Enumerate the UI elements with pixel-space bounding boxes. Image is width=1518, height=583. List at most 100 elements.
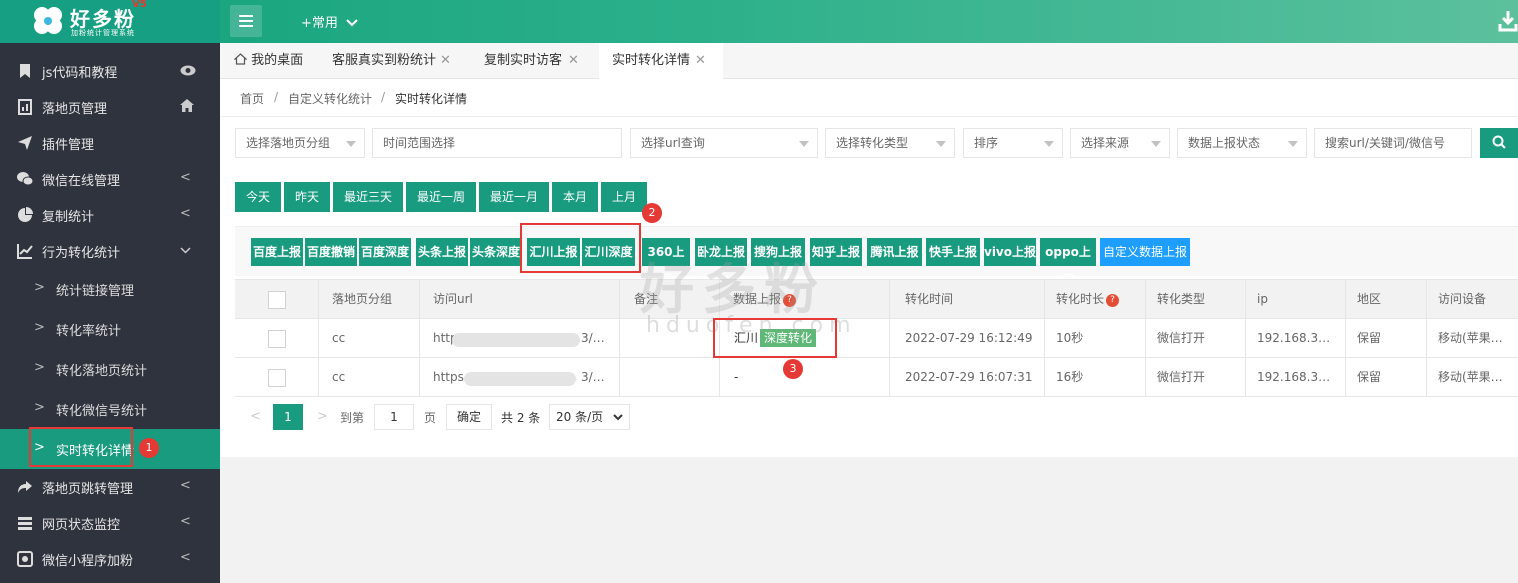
pagination: < 1 > 到第 1 页 确定 共 2 条 20 条/页 (235, 397, 1518, 442)
url-end: 3/… (581, 370, 605, 384)
time-range-input[interactable]: 时间范围选择 (372, 128, 622, 158)
report-tencent-button[interactable]: 腾讯上报 (867, 238, 922, 266)
row-select[interactable] (235, 358, 319, 397)
sidebar-item-copy-stats[interactable]: 复制统计 < (0, 197, 220, 233)
date-lastweek-button[interactable]: 最近一周 (406, 182, 476, 212)
sidebar-item-wechat-online[interactable]: 微信在线管理 < (0, 161, 220, 197)
next-page-icon[interactable]: > (317, 409, 328, 424)
sidebar-item-js-code[interactable]: js代码和教程 (0, 53, 220, 89)
report-toutiao-button[interactable]: 头条上报 (416, 238, 468, 266)
landing-group-select[interactable]: 选择落地页分组 (235, 128, 365, 158)
date-yesterday-button[interactable]: 昨天 (284, 182, 330, 212)
source-select[interactable]: 选择来源 (1070, 128, 1170, 158)
report-baidu-cancel-button[interactable]: 百度撤销 (305, 238, 357, 266)
report-kuaishou-button[interactable]: 快手上报 (926, 238, 980, 266)
chevron-down-icon (180, 247, 191, 254)
goto-confirm-button[interactable]: 确定 (446, 404, 492, 430)
sort-select[interactable]: 排序 (963, 128, 1063, 158)
annotation-badge-3: 3 (783, 359, 803, 379)
header-cell: 访问设备 (1438, 292, 1487, 306)
eye-icon (180, 65, 196, 76)
tab-desktop[interactable]: 我的桌面 (220, 43, 315, 79)
menu-toggle-button[interactable] (230, 5, 262, 37)
search-input[interactable]: 搜索url/关键词/微信号 (1314, 128, 1472, 158)
report-baidu-button[interactable]: 百度上报 (251, 238, 303, 266)
header-cell: 地区 (1346, 280, 1427, 319)
header-select-all[interactable] (235, 280, 319, 319)
sidebar-item-label: 微信小程序加粉 (42, 554, 134, 569)
tab-label: 我的桌面 (251, 53, 304, 68)
annotation-badge-1: 1 (139, 438, 159, 458)
miniprogram-icon (17, 551, 33, 567)
sidebar-item-landing-redirect[interactable]: 落地页跳转管理 < (0, 469, 220, 505)
download-icon[interactable] (1498, 10, 1518, 32)
goto-page-input[interactable]: 1 (374, 404, 414, 430)
sidebar-subitem-landing-conversion[interactable]: > 转化落地页统计 (0, 349, 220, 389)
cell-time: 2022-07-29 16:07:31 (890, 358, 1045, 397)
close-icon[interactable]: ✕ (695, 43, 706, 79)
url-query-select[interactable]: 选择url查询 (630, 128, 818, 158)
cell-url[interactable]: https 3/… (420, 358, 620, 397)
tab-label: 客服真实到粉统计 (332, 53, 437, 68)
sidebar-item-landing-pages[interactable]: 落地页管理 (0, 89, 220, 125)
logo[interactable]: 好多粉 V5 加粉统计管理系统 (0, 0, 220, 43)
page-current[interactable]: 1 (273, 404, 303, 430)
goto-label: 到第 (340, 411, 365, 425)
send-icon (18, 136, 32, 150)
sidebar-item-label: 落地页管理 (42, 102, 108, 117)
table-row[interactable]: cc https 3/… - 2022-07-29 16:07:31 16秒 微… (235, 358, 1518, 397)
common-menu[interactable]: +常用 (301, 12, 358, 31)
tab-customer-stats[interactable]: 客服真实到粉统计 ✕ (320, 43, 460, 79)
date-last3days-button[interactable]: 最近三天 (333, 182, 403, 212)
checkbox[interactable] (268, 330, 286, 348)
select-value: 排序 (974, 136, 999, 150)
date-today-button[interactable]: 今天 (235, 182, 281, 212)
checkbox[interactable] (268, 369, 286, 387)
report-status-select[interactable]: 数据上报状态 (1177, 128, 1307, 158)
header-cell: 访问url (420, 280, 620, 319)
common-menu-label: +常用 (301, 16, 338, 31)
report-toutiao-deep-button[interactable]: 头条深度 (470, 238, 522, 266)
tab-copy-visitors[interactable]: 复制实时访客 ✕ (472, 43, 592, 79)
breadcrumb-home[interactable]: 首页 (240, 90, 264, 107)
sidebar-item-page-monitor[interactable]: 网页状态监控 < (0, 505, 220, 541)
breadcrumb-custom-stats[interactable]: 自定义转化统计 (288, 90, 372, 107)
close-icon[interactable]: ✕ (440, 43, 451, 79)
report-baidu-deep-button[interactable]: 百度深度 (359, 238, 411, 266)
report-custom-button[interactable]: 自定义数据上报 (1100, 238, 1190, 266)
prev-page-icon[interactable]: < (250, 409, 261, 424)
checkbox[interactable] (268, 291, 286, 309)
help-icon[interactable]: ? (1106, 294, 1120, 307)
sidebar-item-behavior-conversion[interactable]: 行为转化统计 (0, 233, 220, 269)
breadcrumb-separator: / (381, 90, 386, 104)
cell-url[interactable]: http 3/… (420, 319, 620, 358)
date-thismonth-button[interactable]: 本月 (552, 182, 598, 212)
table-header: 落地页分组 访问url 备注 数据上报? 转化时间 转化时长? 转化类型 ip … (235, 280, 1518, 319)
report-vivo-button[interactable]: vivo上报 (984, 238, 1036, 266)
close-icon[interactable]: ✕ (568, 43, 579, 79)
annotation-badge-2: 2 (642, 203, 662, 223)
search-button[interactable] (1480, 128, 1518, 158)
breadcrumb-separator: / (274, 90, 279, 104)
report-oppo-button[interactable]: oppo上报 (1040, 238, 1096, 287)
sidebar-subitem-wechat-conversion[interactable]: > 转化微信号统计 (0, 389, 220, 429)
logo-version: V5 (132, 0, 147, 10)
date-prevmonth-button[interactable]: 上月 (601, 182, 647, 212)
conversion-type-select[interactable]: 选择转化类型 (825, 128, 955, 158)
sidebar-item-plugins[interactable]: 插件管理 (0, 125, 220, 161)
cell-ip: 192.168.3… (1246, 319, 1346, 358)
sidebar-subitem-link-management[interactable]: > 统计链接管理 (0, 269, 220, 309)
header-cell: 落地页分组 (319, 280, 420, 319)
table-row[interactable]: cc http 3/… 汇川 深度转化 2022-07-29 16:12:49 1… (235, 319, 1518, 358)
date-lastmonth-button[interactable]: 最近一月 (479, 182, 549, 212)
breadcrumb-current: 实时转化详情 (395, 92, 468, 106)
row-select[interactable] (235, 319, 319, 358)
cell-time: 2022-07-29 16:12:49 (890, 319, 1045, 358)
chevron-right-icon: > (34, 360, 45, 375)
page-size-select[interactable]: 20 条/页 (549, 404, 630, 430)
tab-realtime-conversion[interactable]: 实时转化详情 ✕ (599, 43, 723, 79)
sidebar-item-miniprogram[interactable]: 微信小程序加粉 < (0, 541, 220, 577)
sidebar-subitem-conversion-rate[interactable]: > 转化率统计 (0, 309, 220, 349)
redacted-blur (452, 333, 580, 347)
sidebar-subitem-label: 转化微信号统计 (56, 404, 148, 419)
